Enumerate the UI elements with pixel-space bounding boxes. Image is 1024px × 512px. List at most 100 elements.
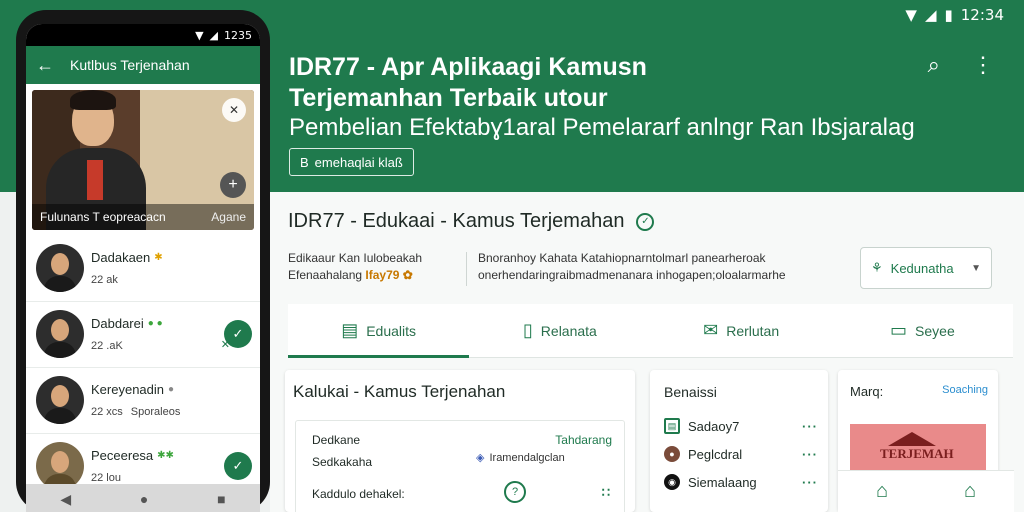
x-icon: ✕ <box>220 339 230 351</box>
description-left: Edikaaur Kan Iulobeakah Efenaahalang Ifa… <box>288 250 468 284</box>
more-dots-icon[interactable]: ··· <box>802 475 818 490</box>
language-label: Peglcdral <box>688 446 743 462</box>
language-item[interactable]: ◉ Siemalaang ··· <box>664 474 818 490</box>
contact-name-row: Dadakaen ✱ <box>91 250 163 265</box>
row2-left: Sedkakaha <box>312 455 373 469</box>
contact-meta-extra: Sporaleos <box>130 406 181 418</box>
hero-chip-button[interactable]: B emehaqlai klaß <box>289 148 414 176</box>
bottom-nav: ⌂ ⌂ <box>838 470 1014 512</box>
video-tile[interactable]: ✕ + Fulunans T eopreacacn Agane <box>32 90 254 230</box>
promo-label: Marq: <box>850 384 884 399</box>
category-dropdown[interactable]: ⚘ Kedunatha ▼ <box>860 247 992 289</box>
tab-seyee[interactable]: ▭ Seyee <box>832 304 1013 357</box>
more-dots-icon[interactable]: ··· <box>802 419 818 434</box>
desc-left-line2: Efenaahalang <box>288 268 363 282</box>
language-item[interactable]: ● Peglcdral ··· <box>664 446 818 462</box>
contact-time: 22 ak <box>91 274 118 286</box>
tab-edualits[interactable]: ▤ Edualits <box>288 304 470 358</box>
tab-relanata[interactable]: ▯ Relanata <box>469 304 650 357</box>
video-caption-right: Agane <box>211 210 246 224</box>
phone-app-bar: ← Kutlbus Terjenahan <box>26 46 260 84</box>
promo-link[interactable]: Soaching <box>942 384 988 396</box>
person-hair <box>70 90 116 110</box>
list-item[interactable]: Dabdarei ● ● 22 .aK ✓ ✕ <box>26 302 260 368</box>
contact-meta: 22 .aK <box>91 340 123 352</box>
wifi-icon: ▼ <box>195 28 204 42</box>
row1-left: Dedkane <box>312 433 361 447</box>
desc-mid-line1: Bnoranhoy Kahata Katahiopnarntolmarl pan… <box>478 251 766 265</box>
back-arrow-icon[interactable]: ← <box>36 55 54 76</box>
verified-icon: ✓ <box>636 212 655 231</box>
wifi-icon: ▼ <box>905 6 917 24</box>
row2-middle[interactable]: ◈ Iramendalgclan <box>476 451 565 465</box>
hero-title-line2: Terjemanhan Terbaik utour <box>289 84 608 112</box>
close-icon[interactable]: ✕ <box>222 98 246 122</box>
android-nav-bar: ◀ ● ■ <box>26 484 260 512</box>
nav-home-icon[interactable]: ● <box>140 491 148 507</box>
grid-icon[interactable]: ∷ <box>602 485 610 501</box>
phone-time: 1235 <box>224 28 252 42</box>
signal-icon: ◢ <box>209 28 218 42</box>
tab-rerlutan[interactable]: ✉ Rerlutan <box>651 304 832 357</box>
more-dots-icon[interactable]: ··· <box>802 447 818 462</box>
contact-name-row: Peceeresa ✱✱ <box>91 448 174 463</box>
avatar <box>36 376 84 424</box>
contact-meta: 22 xcs Sporaleos <box>91 406 180 418</box>
book-icon: ▤ <box>664 418 680 434</box>
app-header: IDR77 - Edukaai - Kamus Terjemahan ✓ <box>288 210 655 233</box>
desc-mid-line2: onerhendaringraibmadmenanara inhogapen;o… <box>478 268 786 282</box>
tab-label: Relanata <box>540 322 597 339</box>
list-item[interactable]: Dadakaen ✱ 22 ak <box>26 236 260 302</box>
contact-list: Dadakaen ✱ 22 ak Dabdarei ● ● 22 .aK ✓ ✕ <box>26 236 260 500</box>
video-caption-left: Fulunans T eopreacacn <box>40 210 166 224</box>
row3-left: Kaddulo dehakel: <box>312 487 405 501</box>
call-button[interactable]: ✓ <box>224 452 252 480</box>
avatar <box>36 442 84 490</box>
chevron-down-icon: ▼ <box>971 262 981 274</box>
translate-icon: ◈ <box>476 452 485 464</box>
tab-label: Edualits <box>366 322 417 339</box>
person-shirt <box>87 160 103 200</box>
contact-time: 22 lou <box>91 472 121 484</box>
system-status-bar: ▼ ◢ ▮ 12:34 <box>905 6 1004 24</box>
status-icon: ● <box>168 384 175 395</box>
more-vert-icon[interactable]: ⋮ <box>972 52 994 78</box>
language-item[interactable]: ▤ Sadaoy7 ··· <box>664 418 818 434</box>
video-caption: Fulunans T eopreacacn Agane <box>32 204 254 230</box>
desc-left-highlight: Ifay79 ✿ <box>365 268 413 282</box>
phone-status-bar: ▼ ◢ 1235 <box>26 24 260 46</box>
hero-chip-label: emehaqlai klaß <box>314 154 403 170</box>
info-icon[interactable]: ? <box>504 481 526 503</box>
nav-back-icon[interactable]: ◀ <box>60 491 71 508</box>
home-icon[interactable]: ⌂ <box>964 480 976 503</box>
add-icon[interactable]: + <box>220 172 246 198</box>
mountain-shape <box>888 432 936 446</box>
contact-name-row: Kereyenadin ● <box>91 382 174 397</box>
status-icon: ● ● <box>147 318 163 329</box>
card-title: Kalukai - Kamus Terjenahan <box>293 382 506 401</box>
row1-right-link[interactable]: Tahdarang <box>555 433 612 447</box>
card-inner-panel: Dedkane Tahdarang Sedkakaha ◈ Iramendalg… <box>295 420 625 512</box>
document-icon: ▤ <box>341 320 359 340</box>
battery-icon: ▮ <box>944 6 953 24</box>
dictionary-card: Kalukai - Kamus Terjenahan Dedkane Tahda… <box>285 370 635 512</box>
divider <box>466 252 467 286</box>
dropdown-label: Kedunatha <box>890 260 954 276</box>
language-label: Sadaoy7 <box>688 418 740 434</box>
mail-icon: ✉ <box>703 320 719 340</box>
list-item[interactable]: Kereyenadin ● 22 xcs Sporaleos <box>26 368 260 434</box>
contact-name: Dadakaen <box>91 250 151 265</box>
home-outline-icon[interactable]: ⌂ <box>876 480 888 503</box>
contact-time: 22 .aK <box>91 340 123 352</box>
language-label: Siemalaang <box>688 474 757 490</box>
contact-meta: 22 lou <box>91 472 121 484</box>
desc-left-line1: Edikaaur Kan Iulobeakah <box>288 251 423 265</box>
avatar: ● <box>664 446 680 462</box>
phone-screen: ▼ ◢ 1235 ← Kutlbus Terjenahan ✕ + Fuluna… <box>26 24 260 512</box>
nav-recents-icon[interactable]: ■ <box>217 491 225 507</box>
language-card: Benaissi ▤ Sadaoy7 ··· ● Peglcdral ··· ◉… <box>650 370 828 512</box>
contact-time: 22 xcs <box>91 406 123 418</box>
promo-thumbnail[interactable]: TERJEMAH <box>850 424 986 470</box>
phone-device: ▼ ◢ 1235 ← Kutlbus Terjenahan ✕ + Fuluna… <box>16 10 270 512</box>
chip-b-icon: B <box>300 154 309 170</box>
